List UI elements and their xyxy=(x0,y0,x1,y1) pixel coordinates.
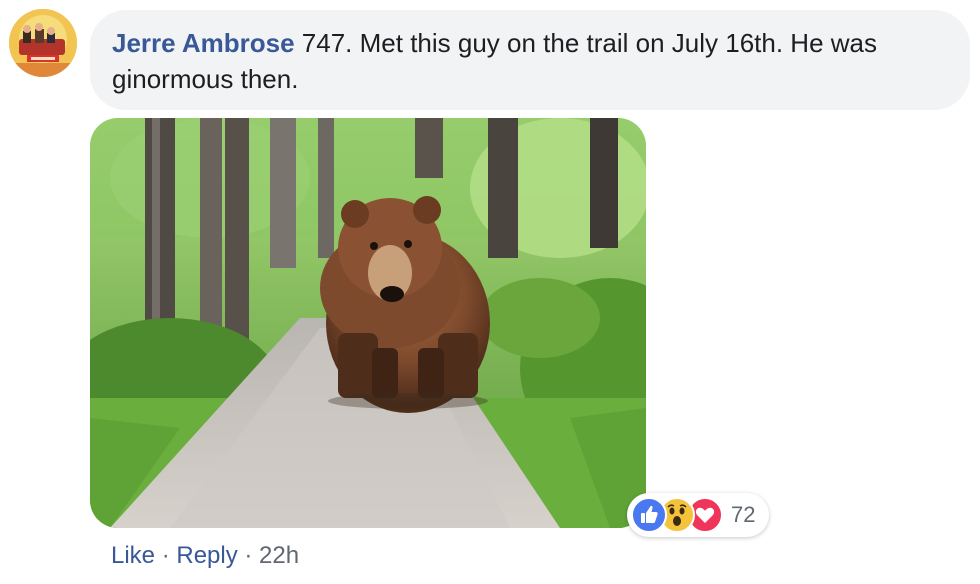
separator: · xyxy=(237,542,260,569)
reaction-count: 72 xyxy=(731,502,756,527)
comment: Jerre Ambrose 747. Met this guy on the t… xyxy=(0,0,980,584)
comment-actions: Like · Reply · 22h xyxy=(111,540,299,572)
timestamp[interactable]: 22h xyxy=(259,542,299,569)
reactions-summary[interactable]: 72 xyxy=(627,493,769,537)
author-name[interactable]: Jerre Ambrose xyxy=(112,28,295,58)
avatar[interactable] xyxy=(9,9,77,77)
reply-link[interactable]: Reply xyxy=(176,542,237,569)
like-link[interactable]: Like xyxy=(111,542,155,569)
comment-photo[interactable] xyxy=(90,118,646,528)
separator: · xyxy=(155,542,177,569)
comment-bubble: Jerre Ambrose 747. Met this guy on the t… xyxy=(90,10,970,110)
bear-photo-image xyxy=(90,118,646,528)
avatar-image xyxy=(9,9,77,77)
like-reaction-icon xyxy=(631,497,667,533)
